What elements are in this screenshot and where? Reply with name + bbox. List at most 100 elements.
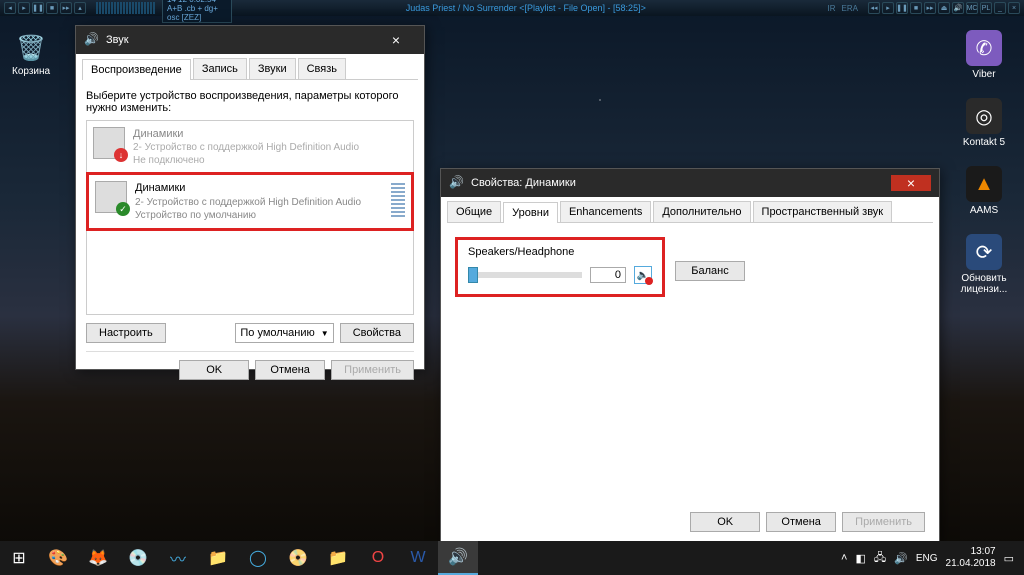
start-button[interactable]: ⊞ [0, 541, 38, 575]
desktop-icon-label: Viber [972, 69, 995, 80]
device-badge-down-icon: ↓ [114, 148, 128, 162]
tray-date: 21.04.2018 [946, 558, 996, 570]
viber-icon: ✆ [966, 30, 1002, 66]
tray-clock[interactable]: 13:07 21.04.2018 [946, 546, 996, 570]
tab-communications[interactable]: Связь [298, 58, 346, 79]
tab-levels[interactable]: Уровни [503, 202, 558, 223]
tab-playback[interactable]: Воспроизведение [82, 59, 191, 80]
taskbar-app-opera[interactable]: O [358, 541, 398, 575]
properties-dialog-titlebar[interactable]: 🔊 Свойства: Динамики × [441, 169, 939, 197]
player-rc-pause-icon[interactable]: ❚❚ [896, 2, 908, 14]
desktop-icon-aams[interactable]: ▲ AAMS [954, 166, 1014, 216]
taskbar-pinned-apps: 🎨 🦊 💿 〰 📁 ◯ 📀 📁 O W 🔊 [38, 541, 478, 575]
mute-button[interactable]: 🔈 [634, 266, 652, 284]
taskbar-app-4[interactable]: 〰 [158, 541, 198, 575]
player-pause-icon[interactable]: ❚❚ [32, 2, 44, 14]
taskbar-app-5[interactable]: 📁 [198, 541, 238, 575]
speaker-icon: 🔊 [449, 175, 465, 191]
taskbar-app-7[interactable]: 📀 [278, 541, 318, 575]
tab-recording[interactable]: Запись [193, 58, 247, 79]
close-button[interactable]: × [376, 32, 416, 48]
desktop-icon-update-license[interactable]: ⟳ Обновить лицензи... [954, 234, 1014, 295]
balance-button[interactable]: Баланс [675, 261, 745, 281]
player-track-title: Judas Priest / No Surrender <[Playlist -… [232, 3, 820, 13]
player-right-controls: ◂◂ ▸ ❚❚ ■ ▸▸ ⏏ 🔊 MC PL _ × [864, 2, 1024, 14]
player-next-icon[interactable]: ▸▸ [60, 2, 72, 14]
player-badge-mc[interactable]: MC [966, 2, 978, 14]
cancel-button[interactable]: Отмена [766, 512, 836, 532]
device-desc: 2- Устройство с поддержкой High Definiti… [135, 196, 361, 209]
player-min-icon[interactable]: _ [994, 2, 1006, 14]
player-rc-play-icon[interactable]: ▸ [882, 2, 894, 14]
tray-network-icon[interactable]: 🖧 [874, 549, 886, 568]
apply-button[interactable]: Применить [331, 360, 414, 380]
player-close-icon[interactable]: × [1008, 2, 1020, 14]
tray-volume-icon[interactable]: 🔊 [894, 552, 908, 565]
close-button[interactable]: × [891, 175, 931, 191]
device-list: ↓ Динамики 2- Устройство с поддержкой Hi… [86, 120, 414, 315]
player-rc-prev-icon[interactable]: ◂◂ [868, 2, 880, 14]
volume-value[interactable]: 0 [590, 267, 626, 283]
tab-spatial-sound[interactable]: Пространственный звук [753, 201, 893, 222]
tray-time: 13:07 [946, 546, 996, 558]
player-play-icon[interactable]: ▸ [18, 2, 30, 14]
configure-button[interactable]: Настроить [86, 323, 166, 343]
device-status: Не подключено [133, 154, 359, 167]
device-status: Устройство по умолчанию [135, 209, 361, 222]
tab-advanced[interactable]: Дополнительно [653, 201, 750, 222]
slider-thumb[interactable] [468, 267, 478, 283]
chevron-down-icon: ▼ [321, 329, 329, 338]
device-level-meter [391, 181, 405, 217]
ok-button[interactable]: OK [690, 512, 760, 532]
recycle-bin[interactable]: 🗑️ Корзина [12, 30, 50, 77]
taskbar-app-8[interactable]: 📁 [318, 541, 358, 575]
player-open-icon[interactable]: ▴ [74, 2, 86, 14]
device-item-disconnected[interactable]: ↓ Динамики 2- Устройство с поддержкой Hi… [87, 121, 413, 173]
properties-dialog-title: Свойства: Динамики [471, 177, 576, 189]
tab-sounds[interactable]: Звуки [249, 58, 296, 79]
player-rc-vol-icon[interactable]: 🔊 [952, 2, 964, 14]
tab-enhancements[interactable]: Enhancements [560, 201, 651, 222]
player-rc-stop-icon[interactable]: ■ [910, 2, 922, 14]
device-badge-check-icon: ✓ [116, 202, 130, 216]
media-player-bar: ◂ ▸ ❚❚ ■ ▸▸ ▴ 14 12 0.02.54 A+B .cb + dg… [0, 0, 1024, 16]
taskbar-app-2[interactable]: 🦊 [78, 541, 118, 575]
channel-label: Speakers/Headphone [468, 246, 652, 258]
taskbar-app-3[interactable]: 💿 [118, 541, 158, 575]
taskbar-app-sound[interactable]: 🔊 [438, 541, 478, 575]
aams-icon: ▲ [966, 166, 1002, 202]
player-stop-icon[interactable]: ■ [46, 2, 58, 14]
default-dropdown[interactable]: По умолчанию▼ [235, 323, 333, 343]
desktop-icon-kontakt[interactable]: ◎ Kontakt 5 [954, 98, 1014, 148]
apply-button[interactable]: Применить [842, 512, 925, 532]
player-era-label: ERA [842, 4, 858, 13]
tray-up-icon[interactable]: ˄ [841, 552, 847, 564]
ok-button[interactable]: OK [179, 360, 249, 380]
tab-general[interactable]: Общие [447, 201, 501, 222]
desktop-icon-viber[interactable]: ✆ Viber [954, 30, 1014, 80]
taskbar-app-6[interactable]: ◯ [238, 541, 278, 575]
taskbar-app-1[interactable]: 🎨 [38, 541, 78, 575]
properties-button[interactable]: Свойства [340, 323, 414, 343]
player-badge-pl[interactable]: PL [980, 2, 992, 14]
desktop-icon-label: Kontakt 5 [963, 137, 1005, 148]
sound-dialog-titlebar[interactable]: 🔊 Звук × [76, 26, 424, 54]
tray-notifications-icon[interactable]: ▭ [1004, 552, 1014, 565]
player-prev-icon[interactable]: ◂ [4, 2, 16, 14]
player-time-display: 14 12 0.02.54 A+B .cb + dg+ osc [ZEZ] [162, 0, 232, 23]
recycle-bin-label: Корзина [12, 66, 50, 77]
cancel-button[interactable]: Отмена [255, 360, 325, 380]
player-rc-eject-icon[interactable]: ⏏ [938, 2, 950, 14]
speaker-icon: 🔊 [84, 32, 100, 48]
tray-app-icon[interactable]: ◧ [855, 552, 865, 565]
system-tray: ˄ ◧ 🖧 🔊 ENG 13:07 21.04.2018 ▭ [841, 546, 1024, 570]
device-item-default[interactable]: ✓ Динамики 2- Устройство с поддержкой Hi… [86, 172, 414, 230]
volume-slider[interactable] [468, 272, 582, 278]
tray-language[interactable]: ENG [916, 553, 938, 564]
taskbar-app-word[interactable]: W [398, 541, 438, 575]
properties-dialog-tabs: Общие Уровни Enhancements Дополнительно … [447, 201, 933, 223]
device-name: Динамики [135, 181, 361, 195]
player-rc-next-icon[interactable]: ▸▸ [924, 2, 936, 14]
sound-dialog-tabs: Воспроизведение Запись Звуки Связь [82, 58, 418, 80]
properties-dialog: 🔊 Свойства: Динамики × Общие Уровни Enha… [440, 168, 940, 543]
